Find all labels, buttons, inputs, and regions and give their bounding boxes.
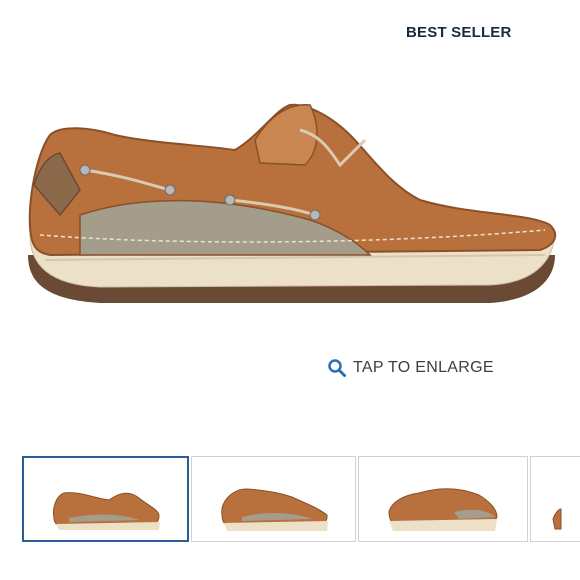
best-seller-badge: BEST SELLER [406,24,512,41]
thumbnail-2[interactable] [191,456,356,542]
thumbnail-4[interactable] [530,456,580,542]
thumbnail-2-image [221,488,328,531]
thumbnail-1-image [53,492,160,530]
thumbnail-strip[interactable] [0,456,580,546]
tap-to-enlarge-label: TAP TO ENLARGE [353,359,494,376]
product-hero-image[interactable] [20,95,560,325]
magnifier-icon [328,359,346,377]
tap-to-enlarge-button[interactable]: TAP TO ENLARGE [327,358,494,378]
thumbnail-4-image [552,508,562,530]
thumbnail-3[interactable] [358,456,528,542]
thumbnail-3-image [388,488,498,531]
thumbnail-1[interactable] [22,456,189,542]
